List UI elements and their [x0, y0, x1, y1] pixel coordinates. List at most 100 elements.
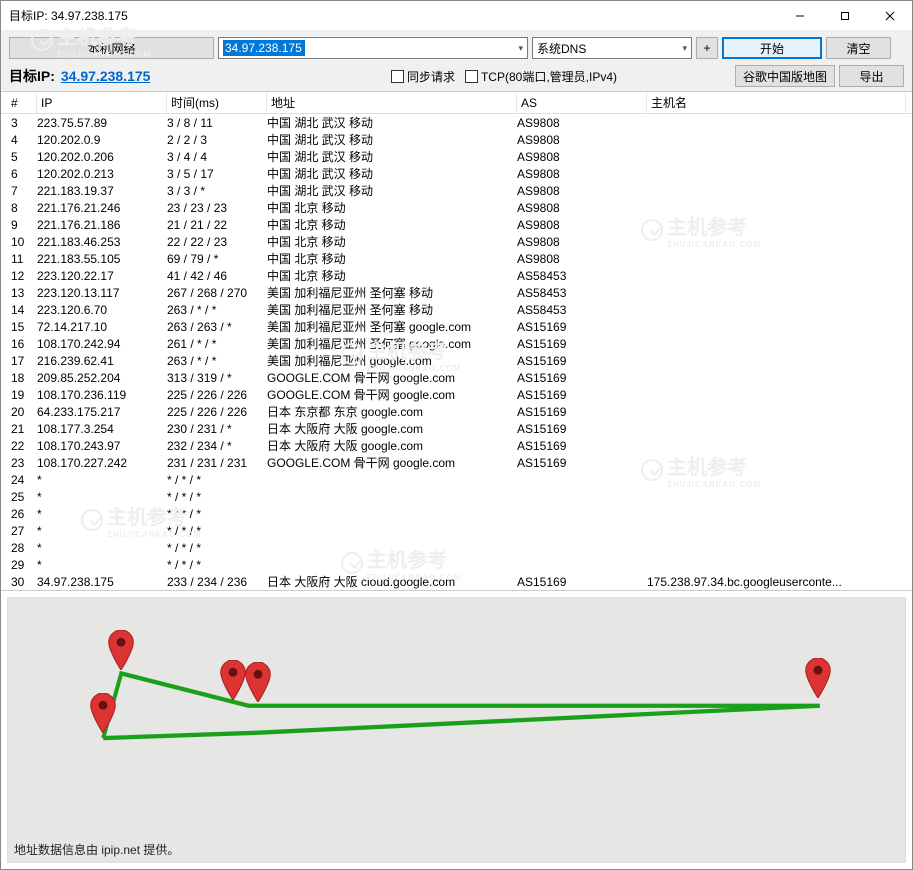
table-row[interactable]: 13223.120.13.117267 / 268 / 270美国 加利福尼亚州… — [1, 284, 912, 301]
cell-num: 3 — [7, 116, 37, 130]
table-row[interactable]: 12223.120.22.1741 / 42 / 46中国 北京 移动AS584… — [1, 267, 912, 284]
cell-ip: * — [37, 490, 167, 504]
clear-button[interactable]: 清空 — [826, 37, 891, 59]
close-button[interactable] — [867, 1, 912, 30]
table-row[interactable]: 14223.120.6.70263 / * / *美国 加利福尼亚州 圣何塞 移… — [1, 301, 912, 318]
cell-as: AS15169 — [517, 320, 647, 334]
cell-as: AS9808 — [517, 184, 647, 198]
table-row[interactable]: 22108.170.243.97232 / 234 / *日本 大阪府 大阪 g… — [1, 437, 912, 454]
map-pin[interactable] — [804, 658, 832, 698]
route-path — [8, 598, 905, 862]
table-row[interactable]: 4120.202.0.92 / 2 / 3中国 湖北 武汉 移动AS9808 — [1, 131, 912, 148]
table-row[interactable]: 18209.85.252.204313 / 319 / *GOOGLE.COM … — [1, 369, 912, 386]
minimize-button[interactable] — [777, 1, 822, 30]
table-row[interactable]: 9221.176.21.18621 / 21 / 22中国 北京 移动AS980… — [1, 216, 912, 233]
cell-as: AS9808 — [517, 252, 647, 266]
table-row[interactable]: 26** / * / * — [1, 505, 912, 522]
table-row[interactable]: 21108.177.3.254230 / 231 / *日本 大阪府 大阪 go… — [1, 420, 912, 437]
table-row[interactable]: 29** / * / * — [1, 556, 912, 573]
table-row[interactable]: 24** / * / * — [1, 471, 912, 488]
map-pin[interactable] — [244, 662, 272, 702]
cell-num: 5 — [7, 150, 37, 164]
checkbox-icon — [391, 70, 404, 83]
table-row[interactable]: 2064.233.175.217225 / 226 / 226日本 东京都 东京… — [1, 403, 912, 420]
maximize-button[interactable] — [822, 1, 867, 30]
trace-table: # IP 时间(ms) 地址 AS 主机名 3223.75.57.893 / 8… — [1, 91, 912, 591]
cell-num: 10 — [7, 235, 37, 249]
table-row[interactable]: 10221.183.46.25322 / 22 / 23中国 北京 移动AS98… — [1, 233, 912, 250]
local-network-button[interactable]: 本机网络 — [9, 37, 214, 59]
cell-addr: 中国 北京 移动 — [267, 199, 517, 216]
table-row[interactable]: 7221.183.19.373 / 3 / *中国 湖北 武汉 移动AS9808 — [1, 182, 912, 199]
dns-combo[interactable]: 系统DNS ▾ — [532, 37, 692, 59]
cell-as: AS58453 — [517, 286, 647, 300]
table-row[interactable]: 27** / * / * — [1, 522, 912, 539]
export-button[interactable]: 导出 — [839, 65, 904, 87]
google-map-button[interactable]: 谷歌中国版地图 — [735, 65, 835, 87]
cell-time: 263 / * / * — [167, 303, 267, 317]
cell-as: AS9808 — [517, 116, 647, 130]
cell-time: 3 / 8 / 11 — [167, 116, 267, 130]
table-row[interactable]: 28** / * / * — [1, 539, 912, 556]
cell-as: AS9808 — [517, 201, 647, 215]
map-pin[interactable] — [219, 660, 247, 700]
table-row[interactable]: 8221.176.21.24623 / 23 / 23中国 北京 移动AS980… — [1, 199, 912, 216]
cell-time: 41 / 42 / 46 — [167, 269, 267, 283]
target-ip-link[interactable]: 34.97.238.175 — [61, 68, 151, 84]
col-as[interactable]: AS — [517, 92, 647, 113]
table-row[interactable]: 3034.97.238.175233 / 234 / 236日本 大阪府 大阪 … — [1, 573, 912, 590]
sync-request-checkbox[interactable]: 同步请求 — [391, 68, 455, 85]
cell-time: 263 / 263 / * — [167, 320, 267, 334]
map-panel[interactable]: 地址数据信息由 ipip.net 提供。 — [7, 597, 906, 863]
table-body: 3223.75.57.893 / 8 / 11中国 湖北 武汉 移动AS9808… — [1, 114, 912, 590]
cell-time: 21 / 21 / 22 — [167, 218, 267, 232]
tcp-checkbox[interactable]: TCP(80端口,管理员,IPv4) — [465, 68, 617, 85]
cell-as: AS9808 — [517, 167, 647, 181]
col-addr[interactable]: 地址 — [267, 92, 517, 113]
cell-addr: 日本 大阪府 大阪 cloud.google.com — [267, 573, 517, 590]
cell-time: * / * / * — [167, 507, 267, 521]
table-row[interactable]: 23108.170.227.242231 / 231 / 231GOOGLE.C… — [1, 454, 912, 471]
cell-time: 313 / 319 / * — [167, 371, 267, 385]
cell-addr: 美国 加利福尼亚州 圣何塞 移动 — [267, 284, 517, 301]
target-combo[interactable]: 34.97.238.175 ▾ — [218, 37, 528, 59]
col-num[interactable]: # — [7, 92, 37, 113]
col-host[interactable]: 主机名 — [647, 92, 906, 113]
col-time[interactable]: 时间(ms) — [167, 92, 267, 113]
target-combo-value: 34.97.238.175 — [223, 40, 305, 56]
cell-ip: * — [37, 473, 167, 487]
window-title: 目标IP: 34.97.238.175 — [9, 7, 777, 24]
cell-addr: 美国 加利福尼亚州 google.com — [267, 352, 517, 369]
cell-ip: 120.202.0.206 — [37, 150, 167, 164]
cell-time: 23 / 23 / 23 — [167, 201, 267, 215]
table-row[interactable]: 19108.170.236.119225 / 226 / 226GOOGLE.C… — [1, 386, 912, 403]
col-ip[interactable]: IP — [37, 92, 167, 113]
tcp-label: TCP(80端口,管理员,IPv4) — [481, 68, 617, 85]
map-pin[interactable] — [89, 693, 117, 733]
map-pin[interactable] — [107, 630, 135, 670]
table-row[interactable]: 25** / * / * — [1, 488, 912, 505]
dns-combo-value: 系统DNS — [537, 40, 586, 57]
cell-ip: * — [37, 507, 167, 521]
cell-time: * / * / * — [167, 473, 267, 487]
table-row[interactable]: 11221.183.55.10569 / 79 / *中国 北京 移动AS980… — [1, 250, 912, 267]
table-row[interactable]: 17216.239.62.41263 / * / *美国 加利福尼亚州 goog… — [1, 352, 912, 369]
table-row[interactable]: 3223.75.57.893 / 8 / 11中国 湖北 武汉 移动AS9808 — [1, 114, 912, 131]
add-button[interactable]: + — [696, 37, 718, 59]
titlebar: 目标IP: 34.97.238.175 — [1, 1, 912, 31]
cell-num: 19 — [7, 388, 37, 402]
table-row[interactable]: 5120.202.0.2063 / 4 / 4中国 湖北 武汉 移动AS9808 — [1, 148, 912, 165]
cell-ip: 221.183.55.105 — [37, 252, 167, 266]
table-row[interactable]: 6120.202.0.2133 / 5 / 17中国 湖北 武汉 移动AS980… — [1, 165, 912, 182]
cell-time: * / * / * — [167, 524, 267, 538]
cell-as: AS58453 — [517, 269, 647, 283]
cell-time: * / * / * — [167, 490, 267, 504]
cell-time: 225 / 226 / 226 — [167, 405, 267, 419]
table-row[interactable]: 16108.170.242.94261 / * / *美国 加利福尼亚州 圣何塞… — [1, 335, 912, 352]
cell-ip: * — [37, 541, 167, 555]
start-button[interactable]: 开始 — [722, 37, 822, 59]
cell-addr: GOOGLE.COM 骨干网 google.com — [267, 386, 517, 403]
table-row[interactable]: 1572.14.217.10263 / 263 / *美国 加利福尼亚州 圣何塞… — [1, 318, 912, 335]
cell-addr: GOOGLE.COM 骨干网 google.com — [267, 369, 517, 386]
cell-num: 4 — [7, 133, 37, 147]
